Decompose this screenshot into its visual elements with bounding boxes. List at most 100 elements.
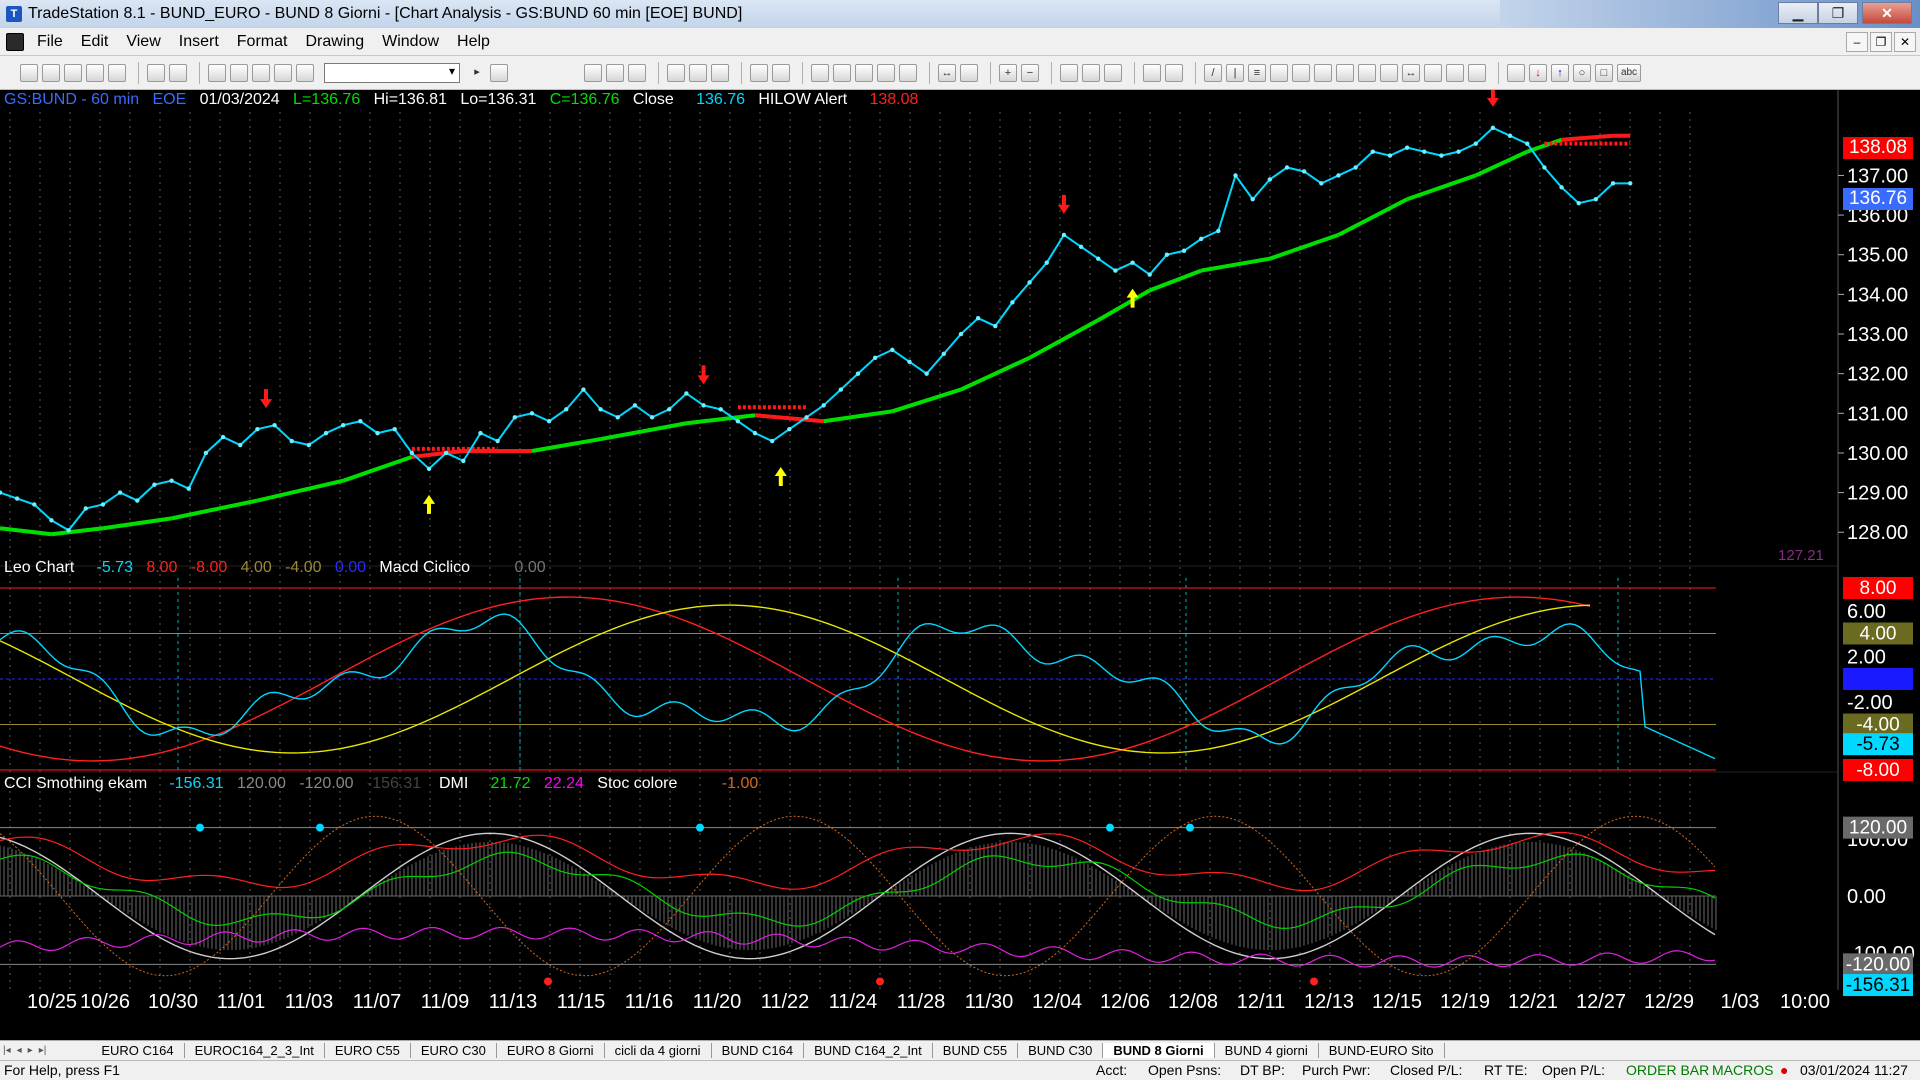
stoc-top-dot — [1106, 823, 1114, 832]
candle-icon[interactable] — [899, 63, 917, 82]
tab-euro-c55[interactable]: EURO C55 — [325, 1043, 411, 1058]
moving-average-segment — [0, 526, 52, 537]
table-icon[interactable] — [628, 63, 646, 82]
tab-bund-8-giorni[interactable]: BUND 8 Giorni — [1103, 1043, 1215, 1058]
save-icon[interactable] — [64, 63, 82, 82]
link-icon[interactable] — [208, 63, 226, 82]
tab-bund-c164-2-int[interactable]: BUND C164_2_Int — [804, 1043, 933, 1058]
tab-last-icon[interactable]: ▸| — [36, 1045, 50, 1056]
hot-list-icon[interactable] — [833, 63, 851, 82]
vertical-line-icon[interactable]: | — [1226, 63, 1244, 82]
price-point — [135, 498, 140, 503]
rectangle-icon[interactable]: □ — [1595, 63, 1613, 82]
tab-bund-c164[interactable]: BUND C164 — [712, 1043, 805, 1058]
close-button[interactable]: ✕ — [1862, 2, 1912, 24]
strategy-icon[interactable] — [750, 63, 768, 82]
tab-bund-c55[interactable]: BUND C55 — [933, 1043, 1019, 1058]
text-tool-icon[interactable]: abc — [1617, 63, 1641, 82]
parallel-icon[interactable] — [1424, 63, 1442, 82]
trendline-icon[interactable]: / — [1204, 63, 1222, 82]
tab-bund-c30[interactable]: BUND C30 — [1018, 1043, 1104, 1058]
pointer-icon[interactable] — [1060, 63, 1078, 82]
arrow-left-right-icon[interactable]: ↔ — [1402, 63, 1420, 82]
tab-euroc164-2-3-int[interactable]: EUROC164_2_3_Int — [185, 1043, 325, 1058]
moving-average-segment — [686, 413, 756, 426]
status-order-bar[interactable]: ORDER BAR — [1626, 1062, 1709, 1078]
pencil-icon[interactable] — [1468, 63, 1486, 82]
mdi-close-button[interactable]: ✕ — [1894, 32, 1916, 52]
cci-value-2: 120.00 — [237, 775, 286, 792]
ellipse-icon[interactable]: ○ — [1573, 63, 1591, 82]
print-preview-icon[interactable] — [169, 63, 187, 82]
menu-insert[interactable]: Insert — [170, 33, 228, 51]
chart-window[interactable]: 137.00 136.00 135.00 134.00 133.00 132.00 131.… — [0, 87, 1920, 1013]
template-icon[interactable] — [1165, 63, 1183, 82]
quote-icon[interactable] — [606, 63, 624, 82]
tools-icon[interactable] — [1104, 63, 1122, 82]
hammer-icon[interactable] — [274, 63, 292, 82]
symbol-combo[interactable] — [324, 62, 460, 83]
regression-icon[interactable] — [1358, 63, 1376, 82]
crosshair-icon[interactable] — [1082, 63, 1100, 82]
zoom-out-icon[interactable]: − — [1021, 63, 1039, 82]
horizontal-line-icon[interactable]: ≡ — [1248, 63, 1266, 82]
tab-next-icon[interactable]: ▸ — [25, 1045, 36, 1056]
menu-help[interactable]: Help — [448, 33, 499, 51]
andrews-pitchfork-icon[interactable] — [1380, 63, 1398, 82]
gann-icon[interactable] — [1314, 63, 1332, 82]
indicator-icon[interactable] — [855, 63, 873, 82]
maximize-button[interactable]: ❐ — [1818, 2, 1858, 24]
tab-cicli-da-4-giorni[interactable]: cicli da 4 giorni — [605, 1043, 712, 1058]
tab-bund-euro-sito[interactable]: BUND-EURO Sito — [1319, 1043, 1445, 1058]
menu-window[interactable]: Window — [373, 33, 448, 51]
scanner-icon[interactable] — [711, 63, 729, 82]
compress-icon[interactable] — [960, 63, 978, 82]
matrix-icon[interactable] — [811, 63, 829, 82]
window-link-icon[interactable] — [230, 63, 248, 82]
tab-euro-8-giorni[interactable]: EURO 8 Giorni — [497, 1043, 605, 1058]
menu-view[interactable]: View — [117, 33, 169, 51]
open-icon[interactable] — [42, 63, 60, 82]
curve-icon[interactable] — [1507, 63, 1525, 82]
tab-bund-4-giorni[interactable]: BUND 4 giorni — [1215, 1043, 1319, 1058]
tab-prev-icon[interactable]: ◂ — [14, 1045, 25, 1056]
expand-icon[interactable]: ↔ — [938, 63, 956, 82]
lock-icon[interactable] — [252, 63, 270, 82]
optimization-icon[interactable] — [772, 63, 790, 82]
folder-icon[interactable] — [108, 63, 126, 82]
chart-icon[interactable] — [667, 63, 685, 82]
globe-icon[interactable] — [296, 63, 314, 82]
moving-average-segment — [342, 455, 413, 483]
play-icon[interactable]: ▸ — [468, 64, 486, 82]
arrow-up-icon[interactable]: ↑ — [1551, 63, 1569, 82]
menu-edit[interactable]: Edit — [72, 33, 118, 51]
chart-canvas[interactable]: 137.00136.00135.00134.00133.00132.00131.… — [0, 87, 1920, 1013]
arc-icon[interactable] — [1446, 63, 1464, 82]
date-tick-label: 11/24 — [829, 991, 878, 1010]
tab-euro-c164[interactable]: EURO C164 — [91, 1043, 185, 1058]
mdi-restore-button[interactable]: ❐ — [1870, 32, 1892, 52]
format-icon[interactable] — [1143, 63, 1161, 82]
zoom-in-icon[interactable]: + — [999, 63, 1017, 82]
status-macros[interactable]: MACROS — [1712, 1062, 1773, 1078]
menu-drawing[interactable]: Drawing — [296, 33, 373, 51]
tab-euro-c30[interactable]: EURO C30 — [411, 1043, 497, 1058]
grid-icon[interactable] — [584, 63, 602, 82]
print-icon[interactable] — [147, 63, 165, 82]
macd-ciclico-value: 0.00 — [514, 559, 546, 576]
mdi-minimize-button[interactable]: – — [1846, 32, 1868, 52]
tab-first-icon[interactable]: |◂ — [0, 1045, 14, 1056]
find-icon[interactable] — [490, 63, 508, 82]
price-point — [941, 351, 946, 357]
new-icon[interactable] — [20, 63, 38, 82]
workspace-icon[interactable] — [86, 63, 104, 82]
menu-file[interactable]: File — [28, 33, 72, 51]
fibonacci-icon[interactable] — [1292, 63, 1310, 82]
arrow-down-icon[interactable]: ↓ — [1529, 63, 1547, 82]
radar-icon[interactable] — [689, 63, 707, 82]
minimize-button[interactable]: ▁ — [1778, 2, 1818, 24]
speed-line-icon[interactable] — [1336, 63, 1354, 82]
bar-chart-icon[interactable] — [877, 63, 895, 82]
channel-icon[interactable] — [1270, 63, 1288, 82]
menu-format[interactable]: Format — [228, 33, 297, 51]
